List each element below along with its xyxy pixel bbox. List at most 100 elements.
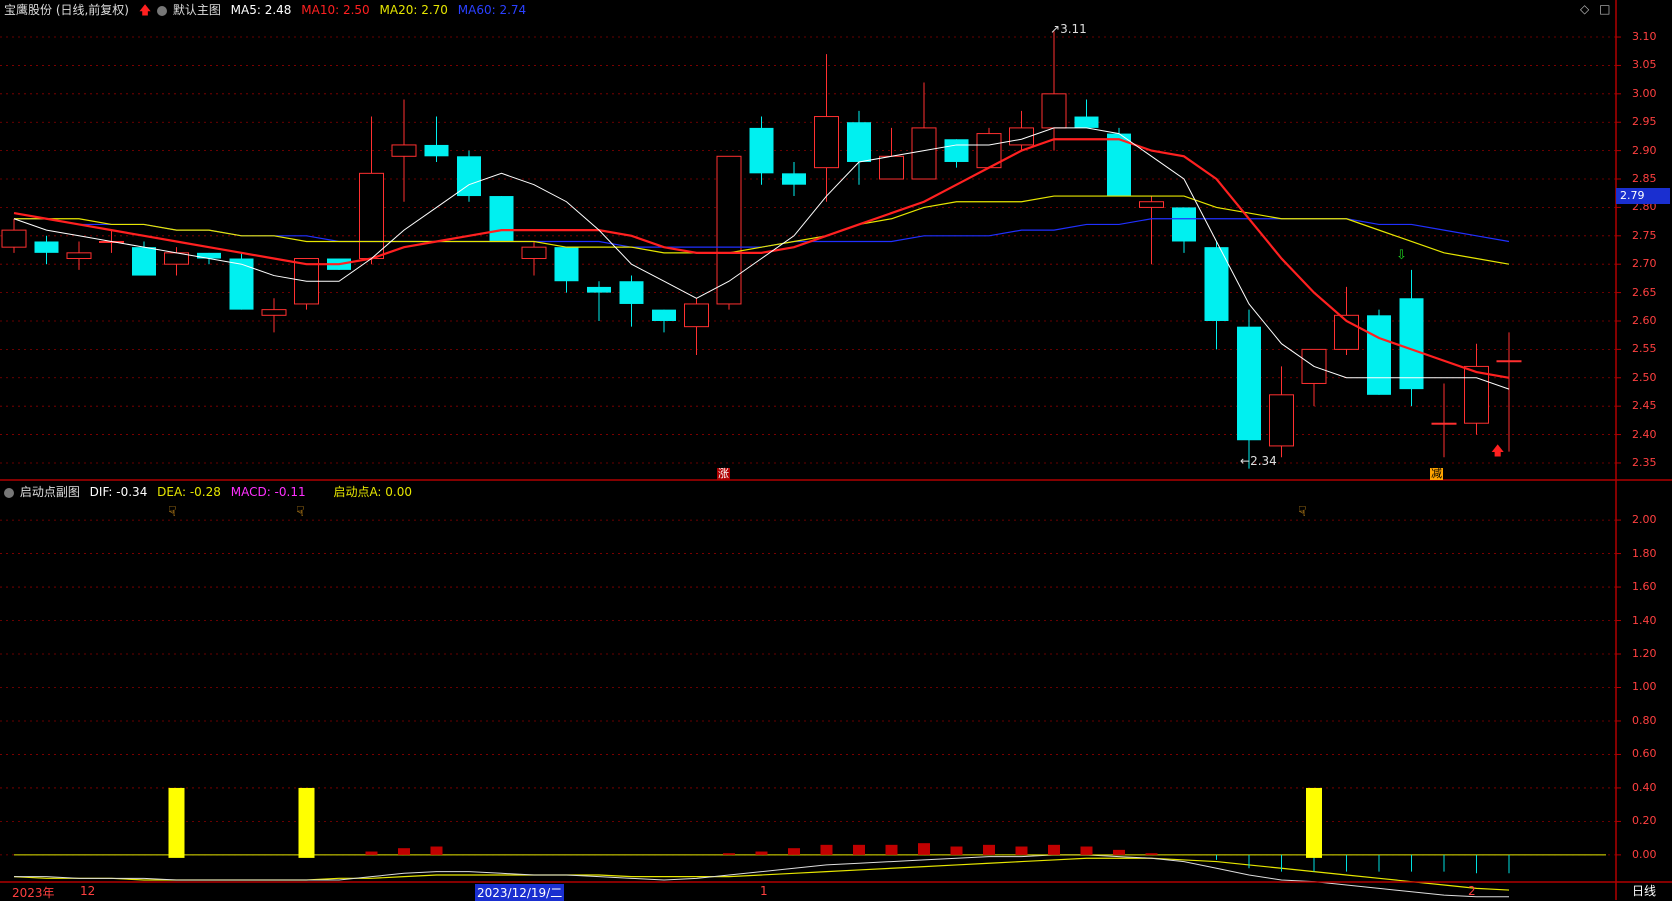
candle-body <box>1172 207 1196 242</box>
candle-body <box>1367 315 1391 395</box>
price-tick-label: 2.95 <box>1632 115 1657 129</box>
price-tick-label: 3.10 <box>1632 30 1657 44</box>
date-month-1: 1 <box>760 884 768 898</box>
hand-pointer-icon: ☟ <box>168 504 177 520</box>
date-year: 2023年 <box>12 886 55 900</box>
price-tick-label: 3.05 <box>1632 58 1657 72</box>
candle <box>1301 348 1327 407</box>
candle <box>1139 196 1164 265</box>
candle-body <box>847 122 871 162</box>
candle <box>66 241 92 270</box>
candle <box>944 139 969 168</box>
indicator-chart <box>14 787 1606 874</box>
current-price-label: 2.79 <box>1616 188 1670 204</box>
price-tick-label: 2.90 <box>1632 143 1657 157</box>
sub-tick-label: 1.40 <box>1632 613 1657 627</box>
candle <box>847 110 871 185</box>
candle <box>1464 343 1489 435</box>
macd-bar <box>983 844 995 855</box>
up-arrow-marker-icon: 🡅 <box>1491 444 1505 459</box>
candle-body <box>554 247 579 282</box>
price-tick-label: 3.00 <box>1632 86 1657 100</box>
candle-body <box>1431 422 1457 425</box>
down-arrow-icon: ⇩ <box>1396 248 1407 263</box>
candle-body <box>1496 360 1522 363</box>
candle <box>814 54 839 202</box>
low-arrow-icon: ← <box>1240 454 1251 468</box>
price-tick-label: 2.65 <box>1632 285 1657 299</box>
macd-bar <box>950 846 963 855</box>
macd-bar <box>820 844 833 855</box>
candle-body <box>132 247 156 276</box>
candle <box>1 218 27 253</box>
macd-bar <box>1113 849 1125 855</box>
candle-body <box>716 155 742 305</box>
candle <box>1496 332 1522 452</box>
candle <box>34 235 59 265</box>
macd-bar <box>918 843 930 855</box>
candle <box>1074 99 1099 128</box>
high-annotation: ↗3.11 <box>1050 22 1087 36</box>
candle-body <box>359 172 384 260</box>
candle-body <box>424 144 449 157</box>
candle <box>619 275 644 327</box>
candle-body <box>197 252 221 259</box>
macd-bar <box>853 844 865 855</box>
sub-tick-label: 0.80 <box>1632 713 1657 727</box>
candle-body <box>782 173 806 185</box>
high-arrow-icon: ↗ <box>1050 22 1061 36</box>
chart-canvas[interactable] <box>0 0 1672 900</box>
candle-body <box>1464 365 1489 424</box>
candle <box>521 241 547 276</box>
candle <box>782 161 806 197</box>
moving-averages <box>13 127 1510 898</box>
start-point-bar <box>1306 787 1322 858</box>
candle-body <box>879 155 904 180</box>
sub-tick-label: 1.60 <box>1632 580 1657 594</box>
zhang-marker[interactable]: 涨 <box>717 468 730 480</box>
sub-tick-label: 0.40 <box>1632 780 1657 794</box>
candle <box>1172 207 1196 253</box>
macd-bar <box>1015 846 1028 855</box>
candle <box>1269 366 1294 458</box>
macd-bar <box>723 853 735 855</box>
candle <box>489 196 514 242</box>
hand-pointer-icon: ☟ <box>296 504 305 520</box>
candle <box>391 99 417 202</box>
macd-bar <box>365 851 378 855</box>
candle <box>911 82 937 180</box>
candle <box>652 309 676 333</box>
candle-body <box>261 309 287 316</box>
period-label[interactable]: 日线 <box>1616 882 1672 900</box>
candle <box>1399 269 1424 407</box>
candle <box>132 241 156 276</box>
macd-bar <box>1145 853 1158 855</box>
candle <box>424 116 449 162</box>
candle <box>976 127 1002 169</box>
candle-body <box>814 116 839 169</box>
candle <box>1107 127 1131 197</box>
candle-body <box>1139 201 1164 208</box>
grid-lines <box>0 36 1616 856</box>
candle <box>1009 110 1034 151</box>
candle <box>229 252 254 310</box>
candle-body <box>684 303 709 328</box>
candle <box>294 258 319 310</box>
jian-marker[interactable]: 减 <box>1430 468 1443 480</box>
candle <box>261 298 287 333</box>
sub-tick-label: 0.00 <box>1632 847 1657 861</box>
ma60-line <box>14 218 1510 248</box>
candle <box>1367 309 1391 395</box>
price-tick-label: 2.40 <box>1632 427 1657 441</box>
price-tick-label: 2.75 <box>1632 228 1657 242</box>
candle <box>457 150 481 202</box>
macd-bar <box>430 846 443 855</box>
price-tick-label: 2.70 <box>1632 257 1657 271</box>
macd-bar <box>788 848 800 855</box>
candle-body <box>66 252 92 260</box>
ma20-line <box>14 195 1510 265</box>
price-tick-label: 2.45 <box>1632 399 1657 413</box>
candle-body <box>1269 394 1294 447</box>
candle-body <box>1074 116 1099 128</box>
candle <box>1041 31 1067 151</box>
